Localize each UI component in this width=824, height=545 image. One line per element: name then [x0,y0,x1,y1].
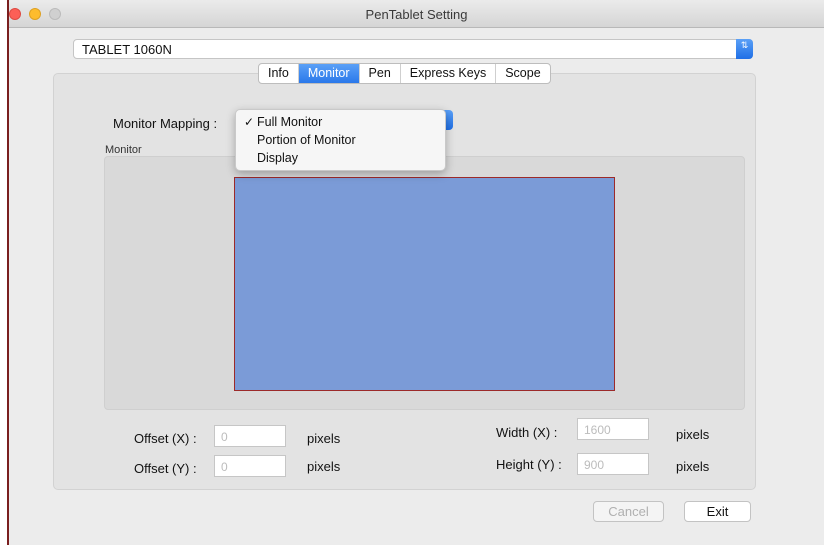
dropdown-item-full-monitor[interactable]: ✓ Full Monitor [236,114,445,132]
dropdown-item-portion-of-monitor[interactable]: Portion of Monitor [236,132,445,150]
offset-y-label: Offset (Y) : [134,461,197,476]
cancel-button[interactable]: Cancel [593,501,664,522]
offset-y-input[interactable]: 0 [214,455,286,477]
tab-pen[interactable]: Pen [358,64,400,83]
mapped-area-fill [235,178,614,390]
tab-monitor[interactable]: Monitor [297,64,359,83]
offset-x-label: Offset (X) : [134,431,197,446]
device-select[interactable]: TABLET 1060N ⇅ [73,39,753,59]
dropdown-item-display[interactable]: Display [236,150,445,168]
window-title: PenTablet Setting [365,7,468,22]
height-y-label: Height (Y) : [496,457,562,472]
width-x-unit: pixels [676,427,710,442]
select-arrows-icon: ⇅ [736,39,753,59]
monitor-group-label: Monitor [105,144,142,156]
pentablet-setting-window: PenTablet Setting TABLET 1060N ⇅ Info Mo… [9,0,824,545]
device-select-value: TABLET 1060N [82,42,172,57]
monitor-mapping-label: Monitor Mapping : [113,116,218,131]
height-y-unit: pixels [676,459,710,474]
height-y-input[interactable]: 900 [577,453,649,475]
exit-button[interactable]: Exit [684,501,751,522]
width-x-input[interactable]: 1600 [577,418,649,440]
monitor-mapping-dropdown: ✓ Full Monitor Portion of Monitor Displa… [235,109,446,171]
checkmark-icon: ✓ [244,115,255,129]
tab-express-keys[interactable]: Express Keys [399,64,495,83]
offset-y-unit: pixels [307,459,341,474]
width-x-label: Width (X) : [496,425,558,440]
mapped-monitor-area[interactable] [234,177,615,391]
offset-x-unit: pixels [307,431,341,446]
tab-info[interactable]: Info [259,64,298,83]
tab-scope[interactable]: Scope [495,64,549,83]
title-bar[interactable]: PenTablet Setting [9,0,824,28]
offset-x-input[interactable]: 0 [214,425,286,447]
tab-bar: Info Monitor Pen Express Keys Scope [258,63,551,84]
